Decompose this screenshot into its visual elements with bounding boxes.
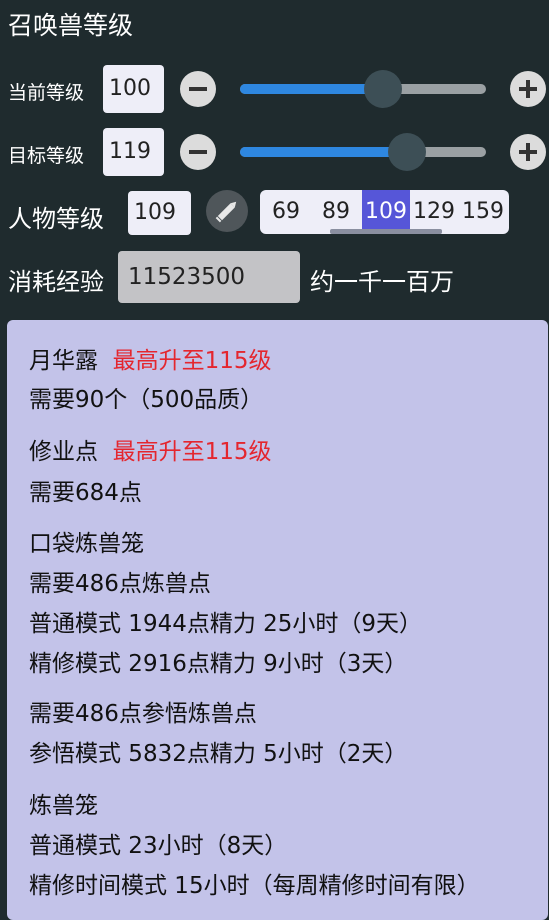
cage-name: 炼兽笼 <box>29 793 98 819</box>
insight-need: 需要486点参悟炼兽点 <box>29 701 257 727</box>
current-level-label: 当前等级 <box>8 82 85 104</box>
cage-normal: 普通模式 23小时（8天） <box>29 833 288 859</box>
exp-cost-approx: 约一千一百万 <box>310 268 454 296</box>
yuehualu-line: 月华露 最高升至115级 <box>29 341 272 375</box>
current-level-slider-thumb[interactable] <box>364 70 402 108</box>
preset-89[interactable]: 89 <box>310 190 362 234</box>
insight-mode: 参悟模式 5832点精力 5小时（2天） <box>29 741 408 767</box>
cage-refine-time: 精修时间模式 15小时（每周精修时间有限） <box>29 873 480 899</box>
yuehualu-name: 月华露 <box>29 348 98 374</box>
target-level-slider-thumb[interactable] <box>388 133 426 171</box>
target-level-slider[interactable] <box>240 133 486 171</box>
exp-cost-label: 消耗经验 <box>8 268 104 296</box>
xiuyedian-cap: 最高升至115级 <box>112 439 272 465</box>
target-level-minus-button[interactable] <box>180 134 216 170</box>
current-level-slider[interactable] <box>240 70 486 108</box>
xiuyedian-name: 修业点 <box>29 439 98 465</box>
yuehualu-cap: 最高升至115级 <box>112 348 272 374</box>
pocket-cage-refine: 精修模式 2916点精力 9小时（3天） <box>29 651 408 677</box>
preset-159[interactable]: 159 <box>458 190 508 234</box>
xiuyedian-line: 修业点 最高升至115级 <box>29 432 272 466</box>
target-level-slider-fill <box>240 147 407 157</box>
edit-character-level-button[interactable] <box>206 190 248 232</box>
minus-icon <box>189 150 207 154</box>
pocket-cage-need: 需要486点炼兽点 <box>29 571 211 597</box>
current-level-plus-button[interactable] <box>510 71 546 107</box>
pocket-cage-name: 口袋炼兽笼 <box>29 531 144 557</box>
preset-69[interactable]: 69 <box>262 190 310 234</box>
exp-cost-value: 11523500 <box>118 251 300 303</box>
current-level-slider-fill <box>240 84 383 94</box>
target-level-input[interactable]: 119 <box>103 128 164 176</box>
pencil-icon <box>215 201 237 223</box>
target-level-label: 目标等级 <box>8 145 85 167</box>
pocket-cage-normal: 普通模式 1944点精力 25小时（9天） <box>29 611 423 637</box>
target-level-plus-button[interactable] <box>510 134 546 170</box>
current-level-input[interactable]: 100 <box>103 65 164 113</box>
minus-icon <box>189 87 207 91</box>
preset-scroll-indicator <box>330 229 442 234</box>
character-level-presets: 69 89 109 129 159 <box>260 190 509 234</box>
character-level-label: 人物等级 <box>8 205 104 233</box>
page-title: 召唤兽等级 <box>8 11 134 40</box>
xiuyedian-need: 需要684点 <box>29 480 142 506</box>
plus-icon <box>519 80 537 98</box>
plus-icon <box>519 143 537 161</box>
preset-129[interactable]: 129 <box>410 190 458 234</box>
character-level-input[interactable]: 109 <box>128 191 191 235</box>
results-panel: 月华露 最高升至115级 需要90个（500品质） 修业点 最高升至115级 需… <box>7 320 548 920</box>
preset-109[interactable]: 109 <box>362 190 410 234</box>
yuehualu-need: 需要90个（500品质） <box>29 387 264 413</box>
current-level-minus-button[interactable] <box>180 71 216 107</box>
